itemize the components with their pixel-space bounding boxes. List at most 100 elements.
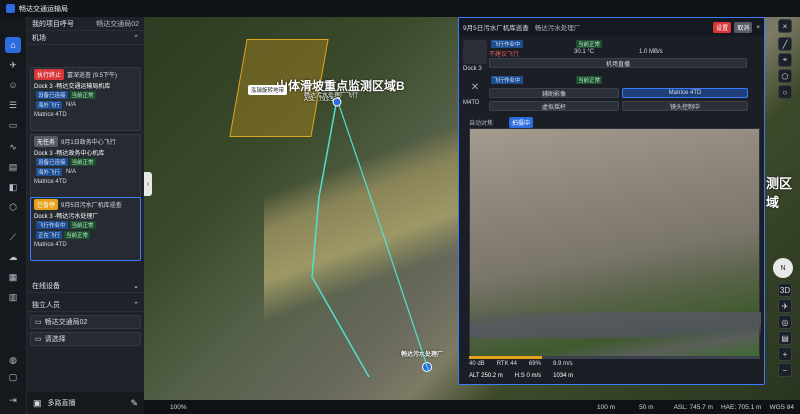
- drone-model: Matrice 4TD: [34, 179, 67, 185]
- scale-label-2: 50 m: [639, 403, 654, 411]
- multi-live-button[interactable]: 多路直播: [48, 398, 76, 408]
- user-icon[interactable]: ☺: [5, 77, 21, 93]
- timeline-bar[interactable]: [469, 356, 760, 359]
- dock-tag: 设备已连接: [36, 91, 68, 99]
- pin-icon[interactable]: ⌖: [778, 53, 792, 67]
- dock-card-1[interactable]: 执行终止 富深巡查 (9.5下午) Dock 3 -畅达交通运输局机库 设备已连…: [30, 67, 141, 131]
- left-bottom-bar: ▣ 多路直播 ✎: [27, 392, 144, 414]
- drone-value: N/A: [66, 102, 77, 108]
- virtual-stick-button[interactable]: 虚拟摇杆: [489, 101, 619, 111]
- dock-mission: 富深巡查 (9.5下午): [67, 72, 118, 79]
- dock-name: Dock 3 -畅达污水处理厂: [34, 213, 99, 220]
- dock-section-header[interactable]: 机场 ⌃: [27, 31, 144, 45]
- circle-icon[interactable]: ○: [778, 85, 792, 99]
- close-icon[interactable]: ×: [778, 19, 792, 33]
- model-icon[interactable]: ⬡: [5, 199, 21, 215]
- zoom-out-icon[interactable]: −: [778, 363, 792, 377]
- pilot-section-header[interactable]: 独立人员 ⌃: [27, 298, 144, 312]
- settings-button[interactable]: 设置: [713, 21, 732, 33]
- pilot-name: 请选择: [44, 336, 66, 343]
- map-layer-icon[interactable]: ◧: [5, 179, 21, 195]
- log-icon[interactable]: ▢: [5, 369, 21, 385]
- team-icon[interactable]: ☰: [5, 97, 21, 113]
- drone-video[interactable]: [469, 128, 761, 357]
- dock-live-button[interactable]: 机场直播: [489, 58, 747, 68]
- drone-icon: ✕: [470, 82, 480, 93]
- camera-control-button[interactable]: 镜头控制中: [622, 101, 748, 111]
- drone-model: Matrice 4TD: [34, 242, 67, 248]
- chevron-up-icon[interactable]: ⌃: [133, 34, 139, 42]
- chevron-up-icon[interactable]: ⌃: [133, 301, 139, 309]
- drone-icon[interactable]: ✈: [5, 57, 21, 73]
- close-icon[interactable]: ×: [756, 24, 760, 31]
- media-icon[interactable]: ▤: [5, 159, 21, 175]
- home-icon[interactable]: ⌂: [5, 37, 21, 53]
- logout-icon[interactable]: ⇥: [5, 392, 21, 408]
- project-caption: 我的项目呼号: [32, 20, 74, 28]
- vehicle-icon[interactable]: ▭: [5, 117, 21, 133]
- distance-value: 1034 m: [553, 373, 574, 379]
- road-area: [470, 312, 761, 338]
- online-section-title: 在线设备: [32, 282, 60, 290]
- live-icon[interactable]: ▣: [33, 398, 42, 409]
- plane-icon[interactable]: ✈: [778, 299, 792, 313]
- live-panel: 9月5日污水厂机库巡查 畅达污水处理厂 设置 取消 × Dock 3 飞行作业中…: [458, 17, 765, 385]
- drone-value: N/A: [66, 169, 77, 175]
- document-icon[interactable]: ▦: [5, 269, 21, 285]
- asl-readout: ASL: 745.7 m: [673, 403, 713, 411]
- layers-icon[interactable]: ▤: [778, 331, 792, 345]
- app-logo-icon: [6, 4, 15, 13]
- chevron-down-icon[interactable]: ⌄: [133, 282, 139, 290]
- matrice-button[interactable]: Matrice 4TD: [622, 88, 748, 98]
- drone-tag: 海外飞行: [36, 168, 63, 176]
- drone-state: 当前正常: [64, 231, 91, 239]
- chart-icon[interactable]: ⟋: [5, 229, 21, 245]
- dock-card-3[interactable]: 已暂停 9月5日污水厂机库巡查 Dock 3 -畅达污水处理厂 飞行作业中 当前正…: [30, 197, 141, 261]
- draw-line-icon[interactable]: ╱: [778, 37, 792, 51]
- dock-state: 当前正常: [69, 221, 96, 229]
- polygon-icon[interactable]: ⬠: [778, 69, 792, 83]
- dock-label: Dock 3: [463, 66, 482, 72]
- cloud-icon[interactable]: ☁: [5, 249, 21, 265]
- crs-readout: WGS 84: [769, 403, 794, 411]
- assist-view-button[interactable]: 辅助影像: [489, 88, 619, 98]
- project-panel: 我的项目呼号 畅达交通局02 机场 ⌃ 执行终止 富深巡查 (9.5下午) Do…: [27, 17, 144, 392]
- target-icon[interactable]: ◎: [778, 315, 792, 329]
- dock-status-badge: 无任务: [34, 135, 59, 147]
- battery-value: 69%: [528, 361, 541, 367]
- dock-name: Dock 3 -畅达政务中心机库: [34, 150, 105, 157]
- drone-state-tag: 当前正常: [576, 76, 603, 84]
- altitude-value: ALT 250.2 m: [469, 373, 503, 379]
- dock-mission: 9月1日政务中心飞行: [61, 139, 116, 146]
- dock-card-2[interactable]: 无任务 9月1日政务中心飞行 Dock 3 -畅达政务中心机库 设备已连接 当前正…: [30, 134, 141, 198]
- weather-warning: 不建议飞行: [489, 52, 520, 58]
- report-icon[interactable]: ▥: [5, 289, 21, 305]
- dock-tag: 设备已连接: [36, 158, 68, 166]
- pilot-item-2[interactable]: ▭ 请选择: [30, 332, 141, 346]
- temperature: 30.1 °C: [574, 49, 595, 55]
- map-tools: × ╱ ⌖ ⬠ ○: [770, 17, 800, 147]
- zoom-in-icon[interactable]: +: [778, 347, 792, 361]
- route-icon[interactable]: ∿: [5, 139, 21, 155]
- compass-icon[interactable]: N: [773, 258, 793, 278]
- controller-icon: ▭: [35, 336, 42, 343]
- online-section-header[interactable]: 在线设备 ⌄: [27, 279, 144, 293]
- telemetry-row-2: ALT 250.2 m H.S 0 m/s 1034 m: [469, 373, 760, 379]
- globe-icon[interactable]: ◍: [5, 352, 21, 368]
- draw-icon[interactable]: ✎: [130, 398, 138, 409]
- hspeed-value: H.S 0 m/s: [514, 373, 542, 379]
- pilot-item-1[interactable]: ▭ 畅达交通局02: [30, 315, 141, 329]
- top-bar: 畅达交通运输局: [0, 0, 800, 17]
- app-title: 畅达交通运输局: [19, 5, 68, 13]
- dock-state-tag: 当前正常: [576, 40, 603, 48]
- telemetry-row-1: 40 dB RTK 44 69% 8.9 m/s: [469, 361, 760, 367]
- 3d-toggle[interactable]: 3D: [778, 283, 792, 297]
- rtk-value: RTK 44: [496, 361, 517, 367]
- project-name[interactable]: 畅达交通局02: [96, 19, 139, 29]
- project-header: 我的项目呼号 畅达交通局02: [27, 17, 144, 31]
- dock-thumbnail-icon: [463, 40, 487, 64]
- dock-mission: 9月5日污水厂机库巡查: [61, 202, 122, 209]
- cancel-button[interactable]: 取消: [734, 21, 753, 33]
- collapse-panel-button[interactable]: ‹: [144, 172, 152, 196]
- drone-tag: 正在飞行: [36, 231, 63, 239]
